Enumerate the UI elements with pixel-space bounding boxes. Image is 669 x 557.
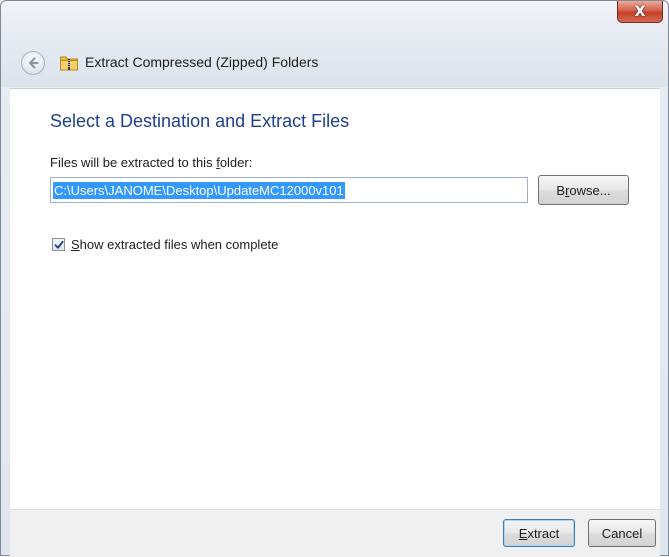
- title-bar: X Extract Compressed (Zipped) Folders: [1, 1, 668, 87]
- zip-folder-icon: [60, 56, 78, 71]
- show-files-label-rest: how extracted files when complete: [79, 237, 279, 252]
- back-arrow-icon: [28, 57, 39, 69]
- destination-path-input[interactable]: C:\Users\JANOME\Desktop\UpdateMC12000v10…: [50, 177, 528, 203]
- browse-label-start: B: [556, 182, 566, 198]
- close-icon: X: [634, 3, 646, 20]
- destination-label: Files will be extracted to this folder:: [50, 155, 252, 170]
- destination-label-rest: older:: [219, 155, 253, 170]
- destination-path-value: C:\Users\JANOME\Desktop\UpdateMC12000v10…: [53, 181, 345, 199]
- extract-label-accesskey: E: [518, 525, 528, 541]
- browse-label-rest: owse...: [569, 182, 611, 198]
- window-title: Extract Compressed (Zipped) Folders: [85, 54, 319, 70]
- destination-label-text: Files will be extracted to this: [50, 155, 217, 170]
- show-files-accesskey: S: [71, 237, 80, 252]
- close-button[interactable]: X: [617, 1, 663, 23]
- browse-button[interactable]: Br owse...: [538, 175, 629, 205]
- extract-label-rest: xtract: [527, 525, 560, 541]
- back-button[interactable]: [21, 51, 45, 75]
- cancel-button[interactable]: Cancel: [588, 519, 656, 547]
- show-files-option[interactable]: Show extracted files when complete: [52, 237, 278, 252]
- content-pane: Select a Destination and Extract Files F…: [10, 88, 660, 510]
- page-heading: Select a Destination and Extract Files: [50, 111, 350, 131]
- extract-button[interactable]: Extract: [503, 519, 575, 547]
- show-files-checkbox[interactable]: [52, 238, 65, 251]
- show-files-label[interactable]: Show extracted files when complete: [71, 237, 278, 252]
- checkmark-icon: [54, 240, 63, 249]
- dialog-footer: Extract Cancel: [10, 509, 660, 557]
- extract-dialog-window: X Extract Compressed (Zipped) Folders Se…: [0, 0, 669, 557]
